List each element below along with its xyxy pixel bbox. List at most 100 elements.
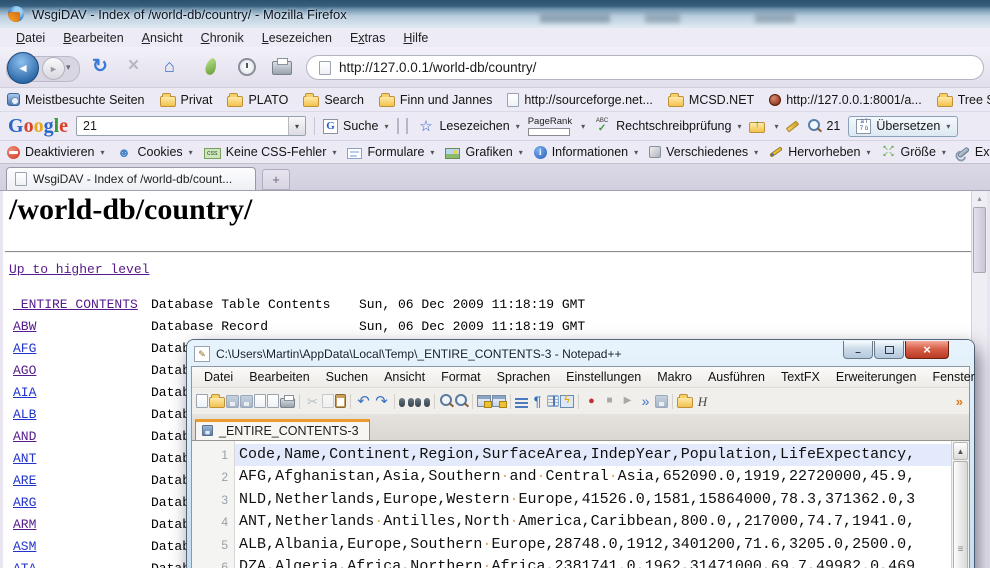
devtool-hervorheben[interactable]: Hervorheben: [769, 145, 870, 159]
find-icon[interactable]: [399, 398, 414, 408]
bookmark-mcsd-net[interactable]: MCSD.NET: [668, 93, 754, 107]
undo-icon[interactable]: ↶: [355, 393, 372, 409]
close-file-icon[interactable]: [254, 394, 266, 408]
toolbar-splitter-handle[interactable]: [397, 118, 408, 134]
sync-horizontal-scroll-icon[interactable]: [492, 395, 506, 407]
entry-link-aia[interactable]: AIA: [13, 385, 36, 400]
devtool-cookies[interactable]: ☻Cookies: [116, 144, 193, 160]
new-tab-button[interactable]: +: [262, 169, 290, 190]
menu-item-chronik[interactable]: Chronik: [193, 30, 252, 46]
entry-link-ata[interactable]: ATA: [13, 561, 36, 568]
macro-play-icon[interactable]: ▶: [619, 393, 636, 409]
entry-link-alb[interactable]: ALB: [13, 407, 36, 422]
entry-link-ant[interactable]: ANT: [13, 451, 36, 466]
google-search-button[interactable]: Suche: [323, 119, 388, 134]
google-bookmarks-button[interactable]: Lesezeichen: [417, 118, 519, 134]
save-all-icon[interactable]: [240, 395, 253, 408]
maximize-button[interactable]: [874, 341, 904, 359]
explorer-plugin-icon[interactable]: [677, 397, 693, 408]
notepad-menu-fenster[interactable]: Fenster: [924, 368, 982, 386]
sync-vertical-scroll-icon[interactable]: [477, 395, 491, 407]
menu-item-extras[interactable]: Extras: [342, 30, 393, 46]
more-buttons-chevron-icon[interactable]: [956, 394, 965, 409]
entry-link-arm[interactable]: ARM: [13, 517, 36, 532]
home-button[interactable]: [164, 56, 175, 77]
indent-guide-icon[interactable]: [547, 395, 559, 407]
menu-item-lesezeichen[interactable]: Lesezeichen: [254, 30, 340, 46]
entry-link-are[interactable]: ARE: [13, 473, 36, 488]
zoom-in-icon[interactable]: [439, 394, 453, 408]
notepad-tab[interactable]: _ENTIRE_CONTENTS-3: [195, 419, 370, 440]
save-icon[interactable]: [226, 395, 239, 408]
pagerank-widget[interactable]: PageRank: [528, 116, 572, 136]
highlighter-icon[interactable]: [786, 120, 799, 132]
bookmark-http-sourceforge-net[interactable]: http://sourceforge.net...: [507, 93, 653, 107]
entry-link-afg[interactable]: AFG: [13, 341, 36, 356]
menu-item-datei[interactable]: Datei: [8, 30, 53, 46]
stop-button[interactable]: [128, 55, 139, 77]
forward-button[interactable]: [42, 57, 65, 80]
bookmark-search[interactable]: Search: [303, 93, 364, 107]
macro-save-icon[interactable]: [655, 395, 668, 408]
devtool-grafiken[interactable]: Grafiken: [445, 145, 522, 159]
notepad-menu-makro[interactable]: Makro: [649, 368, 700, 386]
scrollbar-up-arrow-icon[interactable]: [953, 442, 968, 460]
notepad-menu-erweiterungen[interactable]: Erweiterungen: [828, 368, 925, 386]
minimize-button[interactable]: [843, 341, 873, 359]
entry-link-entire-contents[interactable]: _ENTIRE_CONTENTS: [13, 297, 138, 312]
notepad-menu-sprachen[interactable]: Sprachen: [489, 368, 559, 386]
bookmark-plato[interactable]: PLATO: [227, 93, 288, 107]
search-dropdown-caret[interactable]: [288, 117, 305, 135]
spellcheck-button[interactable]: Rechtschreibprüfung: [593, 118, 741, 134]
devtool-formulare[interactable]: Formulare: [347, 145, 434, 159]
function-completion-icon[interactable]: ϟ: [560, 395, 574, 408]
editor-area[interactable]: 1Code,Name,Continent,Region,SurfaceArea,…: [192, 441, 969, 568]
notepad-menu-ansicht[interactable]: Ansicht: [376, 368, 433, 386]
devtool-deaktivieren[interactable]: Deaktivieren: [7, 145, 105, 159]
bookmark-http-127-0-0-1-8001-a[interactable]: http://127.0.0.1:8001/a...: [769, 93, 922, 107]
notepad-menu-help[interactable]: ?: [983, 368, 990, 386]
devtool-keine-css-fehler[interactable]: cssKeine CSS-Fehler: [204, 145, 337, 159]
macro-record-icon[interactable]: ●: [583, 393, 600, 409]
bookmark-tree-samples[interactable]: Tree Samples: [937, 93, 990, 107]
menu-item-ansicht[interactable]: Ansicht: [134, 30, 191, 46]
zoom-out-icon[interactable]: [454, 394, 468, 408]
menu-item-bearbeiten[interactable]: Bearbeiten: [55, 30, 131, 46]
scrollbar-thumb[interactable]: [953, 461, 968, 568]
tab-wsgidav[interactable]: WsgiDAV - Index of /world-db/count...: [6, 167, 256, 190]
back-button[interactable]: [7, 52, 39, 84]
menu-item-hilfe[interactable]: Hilfe: [395, 30, 436, 46]
paste-icon[interactable]: [335, 394, 346, 408]
reload-button[interactable]: [92, 55, 108, 78]
print-icon[interactable]: [280, 398, 295, 408]
redo-icon[interactable]: ↷: [373, 393, 390, 409]
up-to-higher-level-link[interactable]: Up to higher level: [9, 262, 149, 277]
history-dropdown-caret[interactable]: [66, 62, 71, 73]
clock-icon[interactable]: [238, 58, 256, 76]
close-button[interactable]: [905, 341, 949, 359]
hex-editor-plugin-icon[interactable]: H: [694, 393, 711, 409]
google-search-box[interactable]: 21: [76, 116, 306, 136]
devtool-verschiedenes[interactable]: Verschiedenes: [649, 145, 758, 159]
cut-icon[interactable]: ✂: [304, 393, 321, 409]
chevron-down-icon[interactable]: [774, 122, 778, 131]
send-to-folder-icon[interactable]: [749, 122, 765, 133]
chevron-down-icon[interactable]: [581, 122, 585, 131]
notepad-menu-datei[interactable]: Datei: [196, 368, 241, 386]
translate-button[interactable]: Übersetzen: [848, 116, 958, 137]
entry-link-arg[interactable]: ARG: [13, 495, 36, 510]
editor-scrollbar[interactable]: [951, 441, 969, 568]
print-icon[interactable]: [272, 61, 292, 75]
entry-link-abw[interactable]: ABW: [13, 319, 36, 334]
notepad-menu-textfx[interactable]: TextFX: [773, 368, 828, 386]
notepad-menu-suchen[interactable]: Suchen: [318, 368, 376, 386]
entry-link-asm[interactable]: ASM: [13, 539, 36, 554]
notepad-titlebar[interactable]: C:\Users\Martin\AppData\Local\Temp\_ENTI…: [191, 342, 970, 366]
firefox-titlebar[interactable]: WsgiDAV - Index of /world-db/country/ - …: [0, 0, 990, 28]
close-all-icon[interactable]: [267, 394, 279, 408]
bookmark-privat[interactable]: Privat: [160, 93, 213, 107]
copy-icon[interactable]: [322, 394, 334, 408]
replace-icon[interactable]: [415, 398, 430, 408]
url-bar[interactable]: http://127.0.0.1/world-db/country/: [306, 55, 984, 80]
scroll-up-arrow-icon[interactable]: [972, 191, 987, 205]
